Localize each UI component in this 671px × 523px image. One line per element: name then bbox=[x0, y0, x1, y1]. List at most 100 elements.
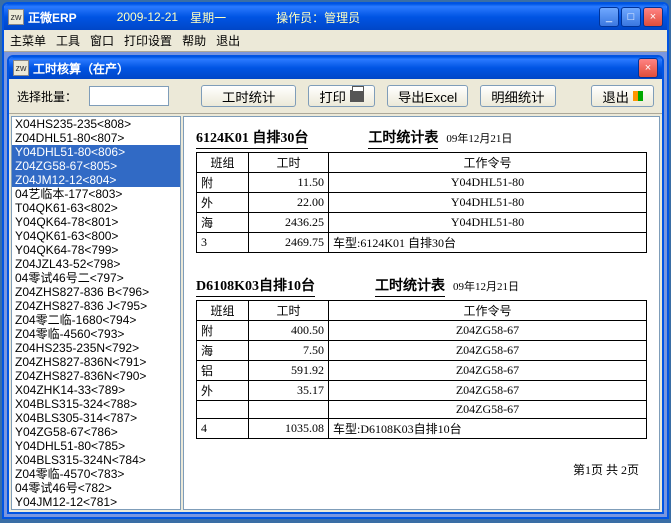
window-controls: _ □ × bbox=[599, 7, 663, 27]
list-item[interactable]: Z04ZHS827-836 J<795> bbox=[12, 299, 180, 313]
app-window: zw 正微ERP 2009-12-21 星期一 操作员：管理员 _ □ × 主菜… bbox=[2, 2, 669, 519]
table-row: 铝591.92Z04ZG58-67 bbox=[197, 361, 647, 381]
batch-listbox[interactable]: X04HS235-235<808>Z04DHL51-80<807>Y04DHL5… bbox=[11, 116, 181, 510]
app-date: 2009-12-21 bbox=[117, 10, 178, 24]
list-item[interactable]: Y04JM12-12<781> bbox=[12, 495, 180, 509]
list-item[interactable]: Z04ZHS827-836 B<796> bbox=[12, 285, 180, 299]
list-item[interactable]: X04BLS305-314<787> bbox=[12, 411, 180, 425]
list-item[interactable]: Y04DHL51-80<806> bbox=[12, 145, 180, 159]
cell-order: Y04DHL51-80 bbox=[329, 193, 647, 213]
report-area: 6124K01 自排30台 工时统计表 09年12月21日 班组 工时 工作令号… bbox=[183, 116, 660, 510]
close-button[interactable]: × bbox=[643, 7, 663, 27]
list-item[interactable]: X04HS235-235<808> bbox=[12, 117, 180, 131]
inner-title: 工时核算（在产） bbox=[33, 60, 129, 77]
list-item[interactable]: T04QK61-63<802> bbox=[12, 201, 180, 215]
report-main-title: 工时统计表 bbox=[368, 127, 438, 149]
cell-order: Z04ZG58-67 bbox=[329, 401, 647, 419]
detail-stats-button[interactable]: 明细统计 bbox=[480, 85, 555, 107]
table-row: 附400.50Z04ZG58-67 bbox=[197, 321, 647, 341]
list-item[interactable]: Z04JM12-12<804> bbox=[12, 173, 180, 187]
table-row: Z04ZG58-67 bbox=[197, 401, 647, 419]
list-item[interactable]: Z04ZG58-67<805> bbox=[12, 159, 180, 173]
table-row: 外22.00Y04DHL51-80 bbox=[197, 193, 647, 213]
cell-group bbox=[197, 401, 249, 419]
list-item[interactable]: Y04QK64-78<801> bbox=[12, 215, 180, 229]
report-date: 09年12月21日 bbox=[453, 278, 519, 294]
exit-icon bbox=[633, 91, 643, 101]
mdi-area: zw 工时核算（在产） × 选择批量： 工时统计 打印 导出Excel 明细统计… bbox=[4, 52, 667, 517]
cell-group: 海 bbox=[197, 213, 249, 233]
cell-order: Z04ZG58-67 bbox=[329, 381, 647, 401]
cell-hours: 22.00 bbox=[249, 193, 329, 213]
export-excel-button[interactable]: 导出Excel bbox=[387, 85, 468, 107]
list-item[interactable]: Y04QK61-63<800> bbox=[12, 229, 180, 243]
list-item[interactable]: Z04零二临-1680<794> bbox=[12, 313, 180, 327]
select-batch-input[interactable] bbox=[89, 86, 169, 106]
list-item[interactable]: X04BLS315-324<788> bbox=[12, 397, 180, 411]
report-block-1: 6124K01 自排30台 工时统计表 09年12月21日 班组 工时 工作令号… bbox=[196, 127, 647, 253]
exit-label: 退出 bbox=[602, 87, 629, 106]
cell-order: Y04DHL51-80 bbox=[329, 173, 647, 193]
list-item[interactable]: Z04ZHS827-836N<790> bbox=[12, 369, 180, 383]
list-item[interactable]: Z04HS235-235N<792> bbox=[12, 341, 180, 355]
list-item[interactable]: X04ZHK14-33<789> bbox=[12, 383, 180, 397]
list-item[interactable]: Z04DHL51-80<807> bbox=[12, 131, 180, 145]
minimize-button[interactable]: _ bbox=[599, 7, 619, 27]
report-date: 09年12月21日 bbox=[446, 130, 512, 146]
cell-hours: 400.50 bbox=[249, 321, 329, 341]
report-main-title: 工时统计表 bbox=[375, 275, 445, 297]
report-subtitle: D6108K03自排10台 bbox=[196, 275, 315, 297]
inner-icon: zw bbox=[13, 60, 29, 76]
list-item[interactable]: 04零试46号二<797> bbox=[12, 271, 180, 285]
report-subtitle: 6124K01 自排30台 bbox=[196, 127, 308, 149]
menu-window[interactable]: 窗口 bbox=[90, 32, 114, 49]
app-weekday: 星期一 bbox=[190, 9, 226, 26]
cell-hours: 591.92 bbox=[249, 361, 329, 381]
th-order: 工作令号 bbox=[329, 153, 647, 173]
inner-close-button[interactable]: × bbox=[638, 58, 658, 78]
inner-titlebar: zw 工时核算（在产） × bbox=[9, 57, 662, 79]
toolbar: 选择批量： 工时统计 打印 导出Excel 明细统计 退出 bbox=[9, 79, 662, 114]
report-table-1: 班组 工时 工作令号 附11.50Y04DHL51-80外22.00Y04DHL… bbox=[196, 152, 647, 253]
list-item[interactable]: Z04零临-4560<793> bbox=[12, 327, 180, 341]
list-item[interactable]: Z04JZL43-52<798> bbox=[12, 257, 180, 271]
sum-order: 车型:D6108K03自排10台 bbox=[329, 419, 647, 439]
cell-hours: 7.50 bbox=[249, 341, 329, 361]
select-batch-label: 选择批量： bbox=[17, 88, 77, 105]
list-item[interactable]: Y04DHL51-80<785> bbox=[12, 439, 180, 453]
list-item[interactable]: Y04QK64-78<799> bbox=[12, 243, 180, 257]
exit-button[interactable]: 退出 bbox=[591, 85, 654, 107]
cell-group: 外 bbox=[197, 381, 249, 401]
report-header: 6124K01 自排30台 工时统计表 09年12月21日 bbox=[196, 127, 647, 149]
th-hours: 工时 bbox=[249, 153, 329, 173]
list-item[interactable]: 04零试46号<782> bbox=[12, 481, 180, 495]
stats-button[interactable]: 工时统计 bbox=[201, 85, 296, 107]
menu-exit[interactable]: 退出 bbox=[216, 32, 240, 49]
cell-hours: 35.17 bbox=[249, 381, 329, 401]
list-item[interactable]: 04艺临本-177<803> bbox=[12, 187, 180, 201]
app-icon: zw bbox=[8, 9, 24, 25]
print-button[interactable]: 打印 bbox=[308, 85, 375, 107]
cell-group: 附 bbox=[197, 173, 249, 193]
list-item[interactable]: Z04零临-4570<783> bbox=[12, 467, 180, 481]
menu-help[interactable]: 帮助 bbox=[182, 32, 206, 49]
maximize-button[interactable]: □ bbox=[621, 7, 641, 27]
cell-group: 附 bbox=[197, 321, 249, 341]
list-item[interactable]: Z04ZHS827-836N<791> bbox=[12, 355, 180, 369]
list-item[interactable]: Z04ZHS837-864<780> bbox=[12, 509, 180, 510]
cell-group: 海 bbox=[197, 341, 249, 361]
app-title: 正微ERP bbox=[28, 9, 77, 26]
pager: 第1页 共 2页 bbox=[196, 461, 647, 478]
menu-main[interactable]: 主菜单 bbox=[10, 32, 46, 49]
menu-tools[interactable]: 工具 bbox=[56, 32, 80, 49]
table-row: 附11.50Y04DHL51-80 bbox=[197, 173, 647, 193]
cell-group: 外 bbox=[197, 193, 249, 213]
report-table-2: 班组 工时 工作令号 附400.50Z04ZG58-67海7.50Z04ZG58… bbox=[196, 300, 647, 439]
sum-group: 4 bbox=[197, 419, 249, 439]
cell-group: 铝 bbox=[197, 361, 249, 381]
menu-print-setup[interactable]: 打印设置 bbox=[124, 32, 172, 49]
list-item[interactable]: Y04ZG58-67<786> bbox=[12, 425, 180, 439]
list-item[interactable]: X04BLS315-324N<784> bbox=[12, 453, 180, 467]
menubar: 主菜单 工具 窗口 打印设置 帮助 退出 bbox=[4, 30, 667, 52]
printer-icon bbox=[350, 90, 364, 102]
